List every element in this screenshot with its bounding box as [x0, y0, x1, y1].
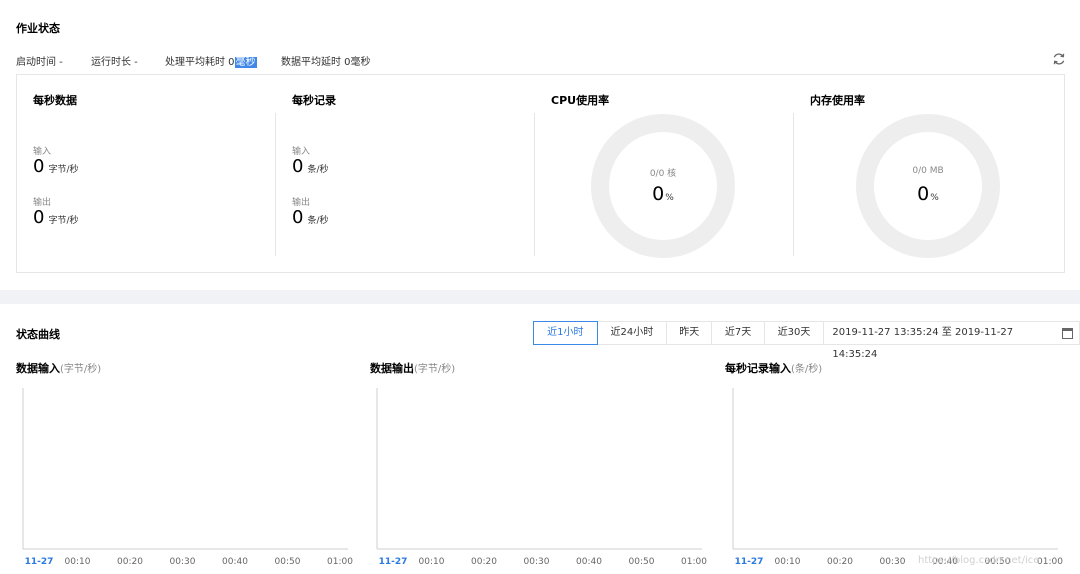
- refresh-icon[interactable]: [1052, 52, 1066, 66]
- chart-title-records-input: 每秒记录输入(条/秒): [725, 360, 822, 376]
- x-tick-label: 01:00: [1037, 557, 1063, 567]
- divider: [275, 113, 276, 256]
- x-tick-label: 00:40: [576, 557, 602, 567]
- cpu-usage-value: 0%: [591, 183, 735, 205]
- cpu-usage-unit: %: [665, 193, 674, 203]
- data-input-unit: 字节/秒: [48, 165, 79, 175]
- chart-data-output: 11-27 00:10 00:20 00:30 00:40 00:50 01:00: [376, 388, 707, 567]
- x-tick-label: 00:10: [419, 557, 445, 567]
- avg-processing-unit-selected: 毫秒: [234, 57, 257, 68]
- range-7d-button[interactable]: 近7天: [712, 322, 765, 344]
- chart-title-text: 数据输入: [16, 362, 60, 375]
- chart-title-data-input: 数据输入(字节/秒): [16, 360, 101, 376]
- memory-amount: 0/0 MB: [912, 166, 944, 176]
- x-tick-label: 00:30: [524, 557, 550, 567]
- x-tick-label: 00:20: [471, 557, 497, 567]
- chart-unit-text: (字节/秒): [414, 364, 456, 375]
- date-range-picker[interactable]: 2019-11-27 13:35:24 至 2019-11-27 14:35:2…: [824, 322, 1079, 360]
- x-tick-label: 00:10: [65, 557, 91, 567]
- run-duration: 运行时长 -: [91, 57, 138, 68]
- job-status-panel: 作业状态 启动时间 - 运行时长 - 处理平均耗时 0毫秒 数据平均延时 0毫秒…: [0, 0, 1080, 290]
- x-tick-label: 11-27: [25, 557, 54, 567]
- chart-title-data-output: 数据输出(字节/秒): [370, 360, 455, 376]
- memory-usage-unit: %: [930, 193, 939, 203]
- data-input-value: 0 字节/秒: [33, 157, 79, 180]
- x-tick-label: 11-27: [735, 557, 764, 567]
- records-input-unit: 条/秒: [307, 165, 329, 175]
- data-output-number: 0: [33, 207, 45, 228]
- x-tick-label: 00:30: [170, 557, 196, 567]
- cpu-usage-number: 0: [652, 183, 665, 205]
- x-tick-label: 00:50: [629, 557, 655, 567]
- x-tick-label: 00:40: [222, 557, 248, 567]
- avg-latency: 数据平均延时 0毫秒: [281, 57, 371, 68]
- avg-processing-time: 处理平均耗时 0毫秒: [165, 53, 257, 68]
- divider: [793, 113, 794, 256]
- watermark: https://blog.csdn.net/ice: [918, 555, 1040, 566]
- chart-records-input: 11-27 00:10 00:20 00:30 00:40 00:50 01:00: [732, 388, 1063, 567]
- data-output-value: 0 字节/秒: [33, 208, 79, 231]
- x-tick-label: 00:10: [775, 557, 801, 567]
- records-output-value: 0 条/秒: [292, 208, 329, 231]
- cpu-cores: 0/0 核: [649, 169, 677, 179]
- x-tick-label: 00:30: [880, 557, 906, 567]
- records-input-value: 0 条/秒: [292, 157, 329, 180]
- range-30d-button[interactable]: 近30天: [765, 322, 825, 344]
- range-yesterday-button[interactable]: 昨天: [667, 322, 713, 344]
- x-tick-label: 01:00: [327, 557, 353, 567]
- x-tick-label: 01:00: [681, 557, 707, 567]
- memory-usage-number: 0: [917, 183, 930, 205]
- records-input-number: 0: [292, 156, 304, 177]
- divider: [534, 113, 535, 256]
- cpu-usage-title: CPU使用率: [551, 94, 610, 107]
- x-tick-label: 00:20: [827, 557, 853, 567]
- range-1h-button[interactable]: 近1小时: [533, 321, 598, 345]
- x-tick-label: 11-27: [379, 557, 408, 567]
- chart-data-input: 11-27 00:10 00:20 00:30 00:40 00:50 01:00: [22, 388, 353, 567]
- memory-usage-value: 0%: [856, 183, 1000, 205]
- time-range-selector: 近1小时 近24小时 昨天 近7天 近30天 2019-11-27 13:35:…: [533, 321, 1080, 360]
- range-24h-button[interactable]: 近24小时: [598, 322, 668, 344]
- status-curves-title: 状态曲线: [16, 328, 60, 341]
- records-output-number: 0: [292, 207, 304, 228]
- data-input-number: 0: [33, 156, 45, 177]
- avg-processing-value: 处理平均耗时 0: [165, 57, 235, 68]
- memory-usage-title: 内存使用率: [810, 94, 865, 107]
- records-output-unit: 条/秒: [307, 216, 329, 226]
- chart-unit-text: (条/秒): [791, 364, 823, 375]
- metrics-box: 每秒数据 输入 0 字节/秒 输出 0 字节/秒 每秒记录 输入 0 条/秒 输出 0…: [16, 74, 1065, 273]
- chart-unit-text: (字节/秒): [60, 364, 102, 375]
- job-status-title: 作业状态: [16, 22, 60, 35]
- chart-title-text: 数据输出: [370, 362, 414, 375]
- per-sec-data-title: 每秒数据: [33, 94, 77, 107]
- per-sec-records-title: 每秒记录: [292, 94, 336, 107]
- chart-title-text: 每秒记录输入: [725, 362, 791, 375]
- data-output-unit: 字节/秒: [48, 216, 79, 226]
- calendar-icon: [1062, 328, 1073, 339]
- x-tick-label: 00:50: [275, 557, 301, 567]
- start-time: 启动时间 -: [16, 57, 63, 68]
- x-tick-label: 00:20: [117, 557, 143, 567]
